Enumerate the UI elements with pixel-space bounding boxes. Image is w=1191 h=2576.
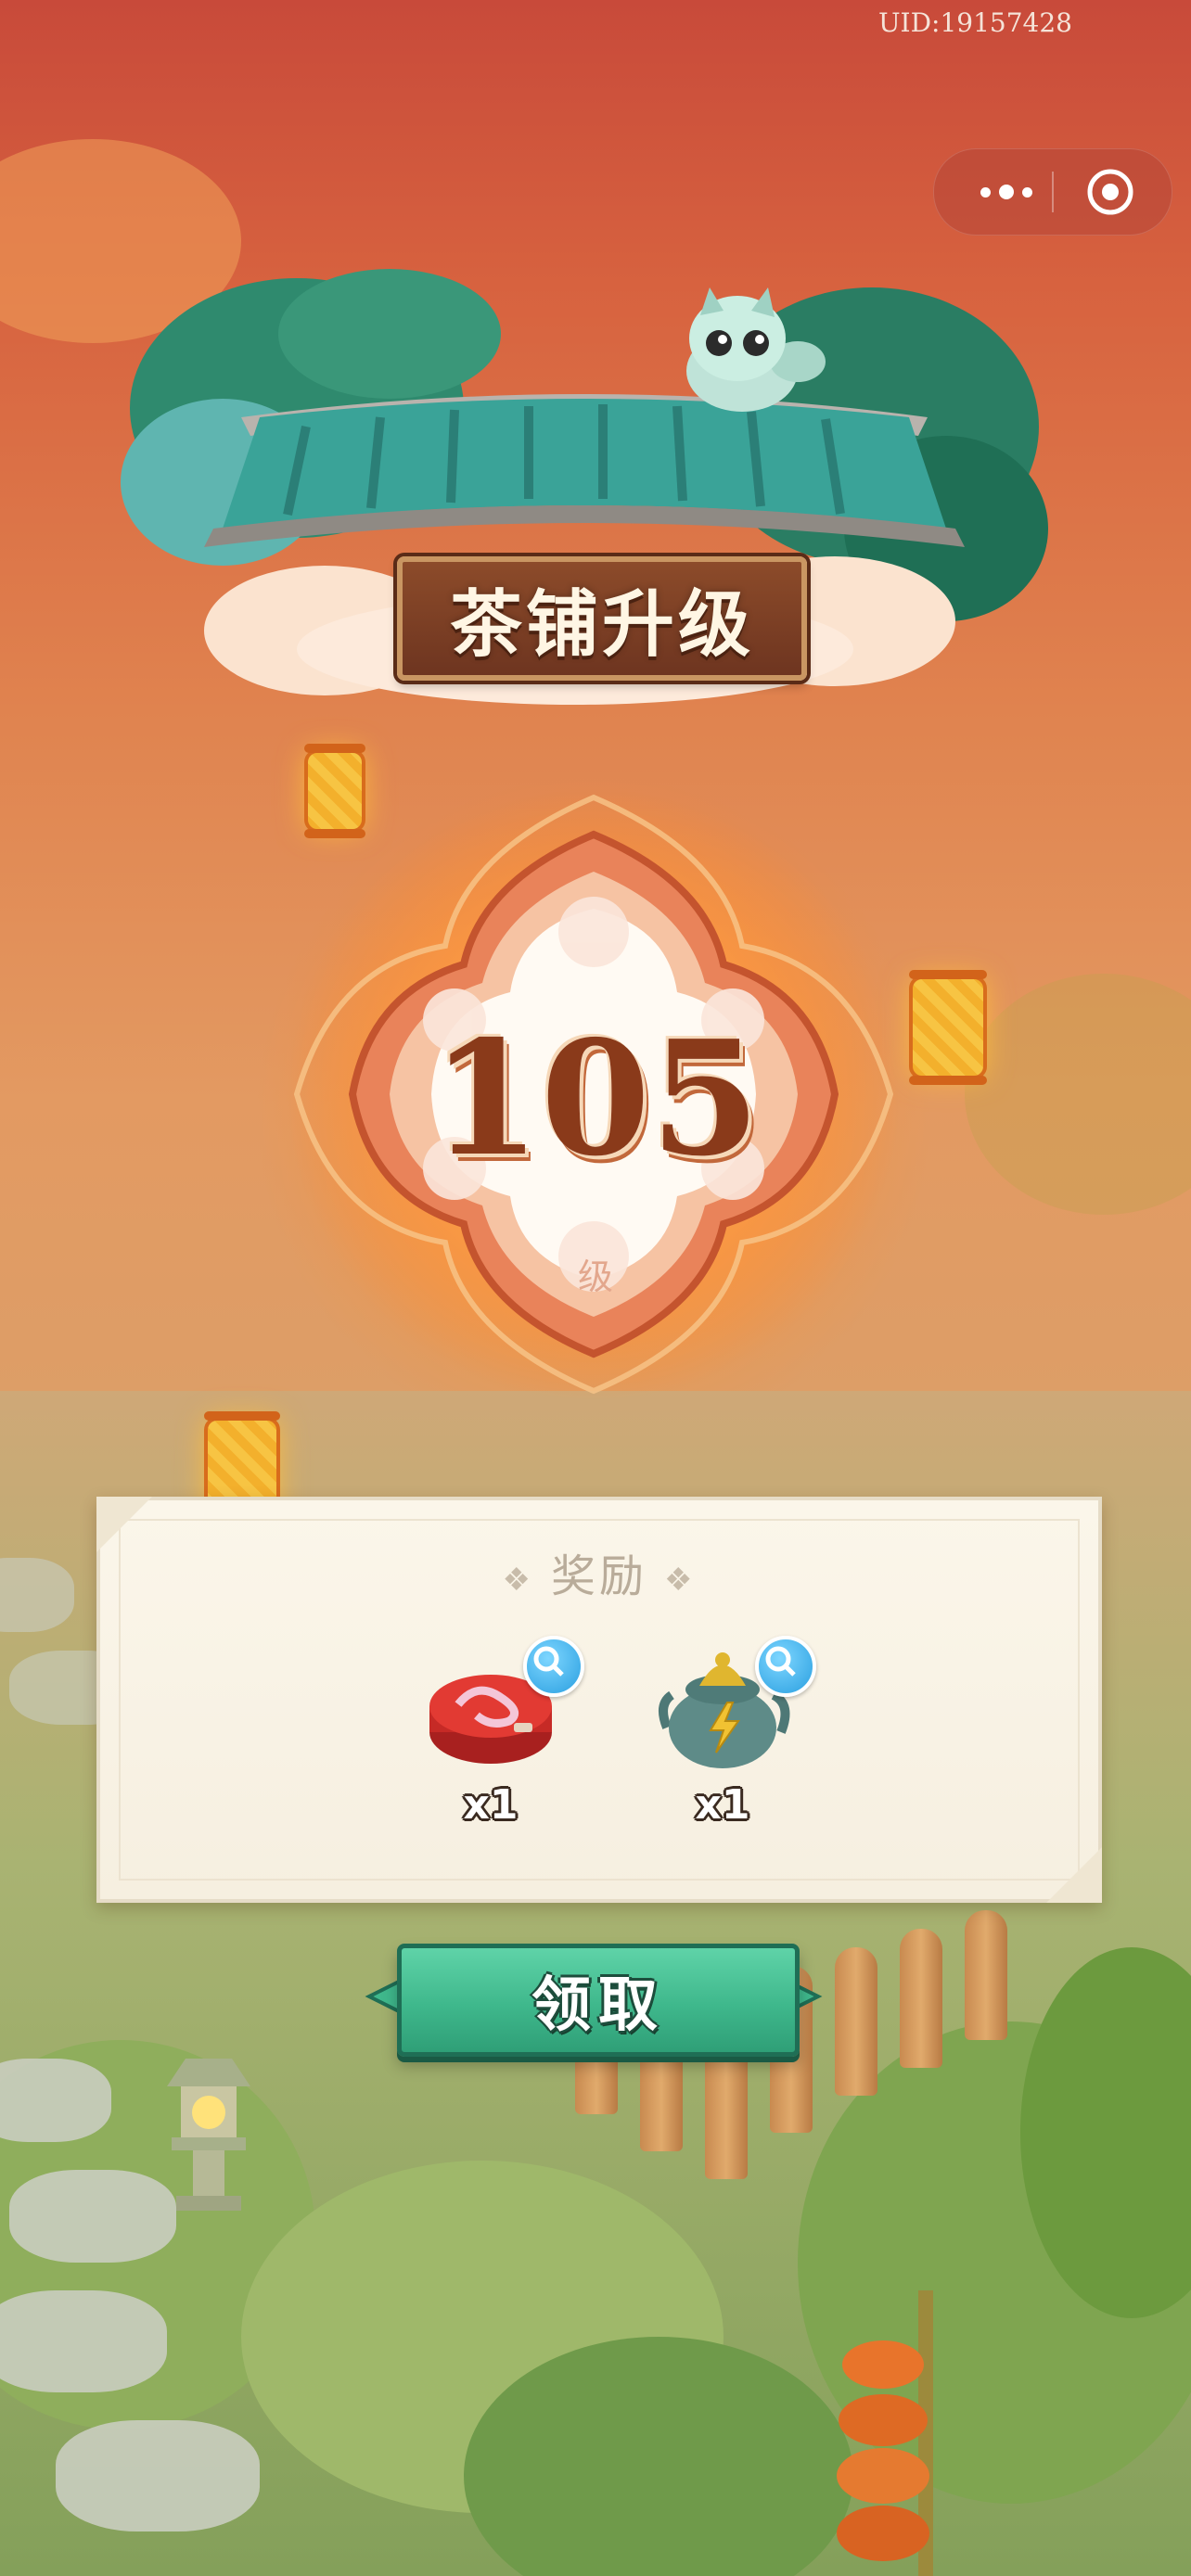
fence-post: [900, 1929, 942, 2068]
fence-post: [835, 1947, 877, 2096]
magnifier-icon[interactable]: [523, 1636, 584, 1697]
claim-button[interactable]: 领取: [397, 1944, 800, 2057]
magnifier-icon[interactable]: [755, 1636, 816, 1697]
claim-button-label: 领取: [531, 1970, 665, 2040]
stepping-stone: [56, 2420, 260, 2531]
title-plaque: 茶铺升级: [397, 556, 807, 681]
more-dots-icon[interactable]: [967, 149, 1045, 235]
reward-count: x1: [695, 1781, 750, 1829]
reward-item[interactable]: x1: [653, 1636, 816, 1829]
mini-program-capsule: [933, 148, 1172, 236]
stepping-stone: [0, 1558, 74, 1632]
capsule-divider: [1052, 172, 1054, 212]
stone-lantern-decoration: [167, 2059, 250, 2211]
reward-count: x1: [463, 1781, 519, 1829]
page-title: 茶铺升级: [449, 582, 754, 667]
reward-panel: ❖ 奖励 ❖ x1 x1: [96, 1497, 1102, 1903]
reward-title-text: 奖励: [550, 1550, 647, 1602]
uid-label: UID:19157428: [877, 7, 1072, 38]
cloud-scroll-right-icon: ❖: [664, 1561, 697, 1599]
level-unit: 级: [577, 1256, 613, 1297]
stepping-stone: [0, 2290, 167, 2392]
stepping-stone: [0, 2059, 111, 2142]
reward-item[interactable]: x1: [421, 1636, 584, 1829]
fence-post: [965, 1910, 1007, 2040]
corner-fold-decoration: [1046, 1847, 1102, 1903]
target-circle-icon[interactable]: [1086, 168, 1134, 216]
persimmon-pole-decoration: [837, 2290, 933, 2576]
level-number: 105: [430, 1006, 761, 1192]
cloud-scroll-left-icon: ❖: [502, 1561, 534, 1599]
reward-title: ❖ 奖励 ❖: [100, 1539, 1098, 1604]
